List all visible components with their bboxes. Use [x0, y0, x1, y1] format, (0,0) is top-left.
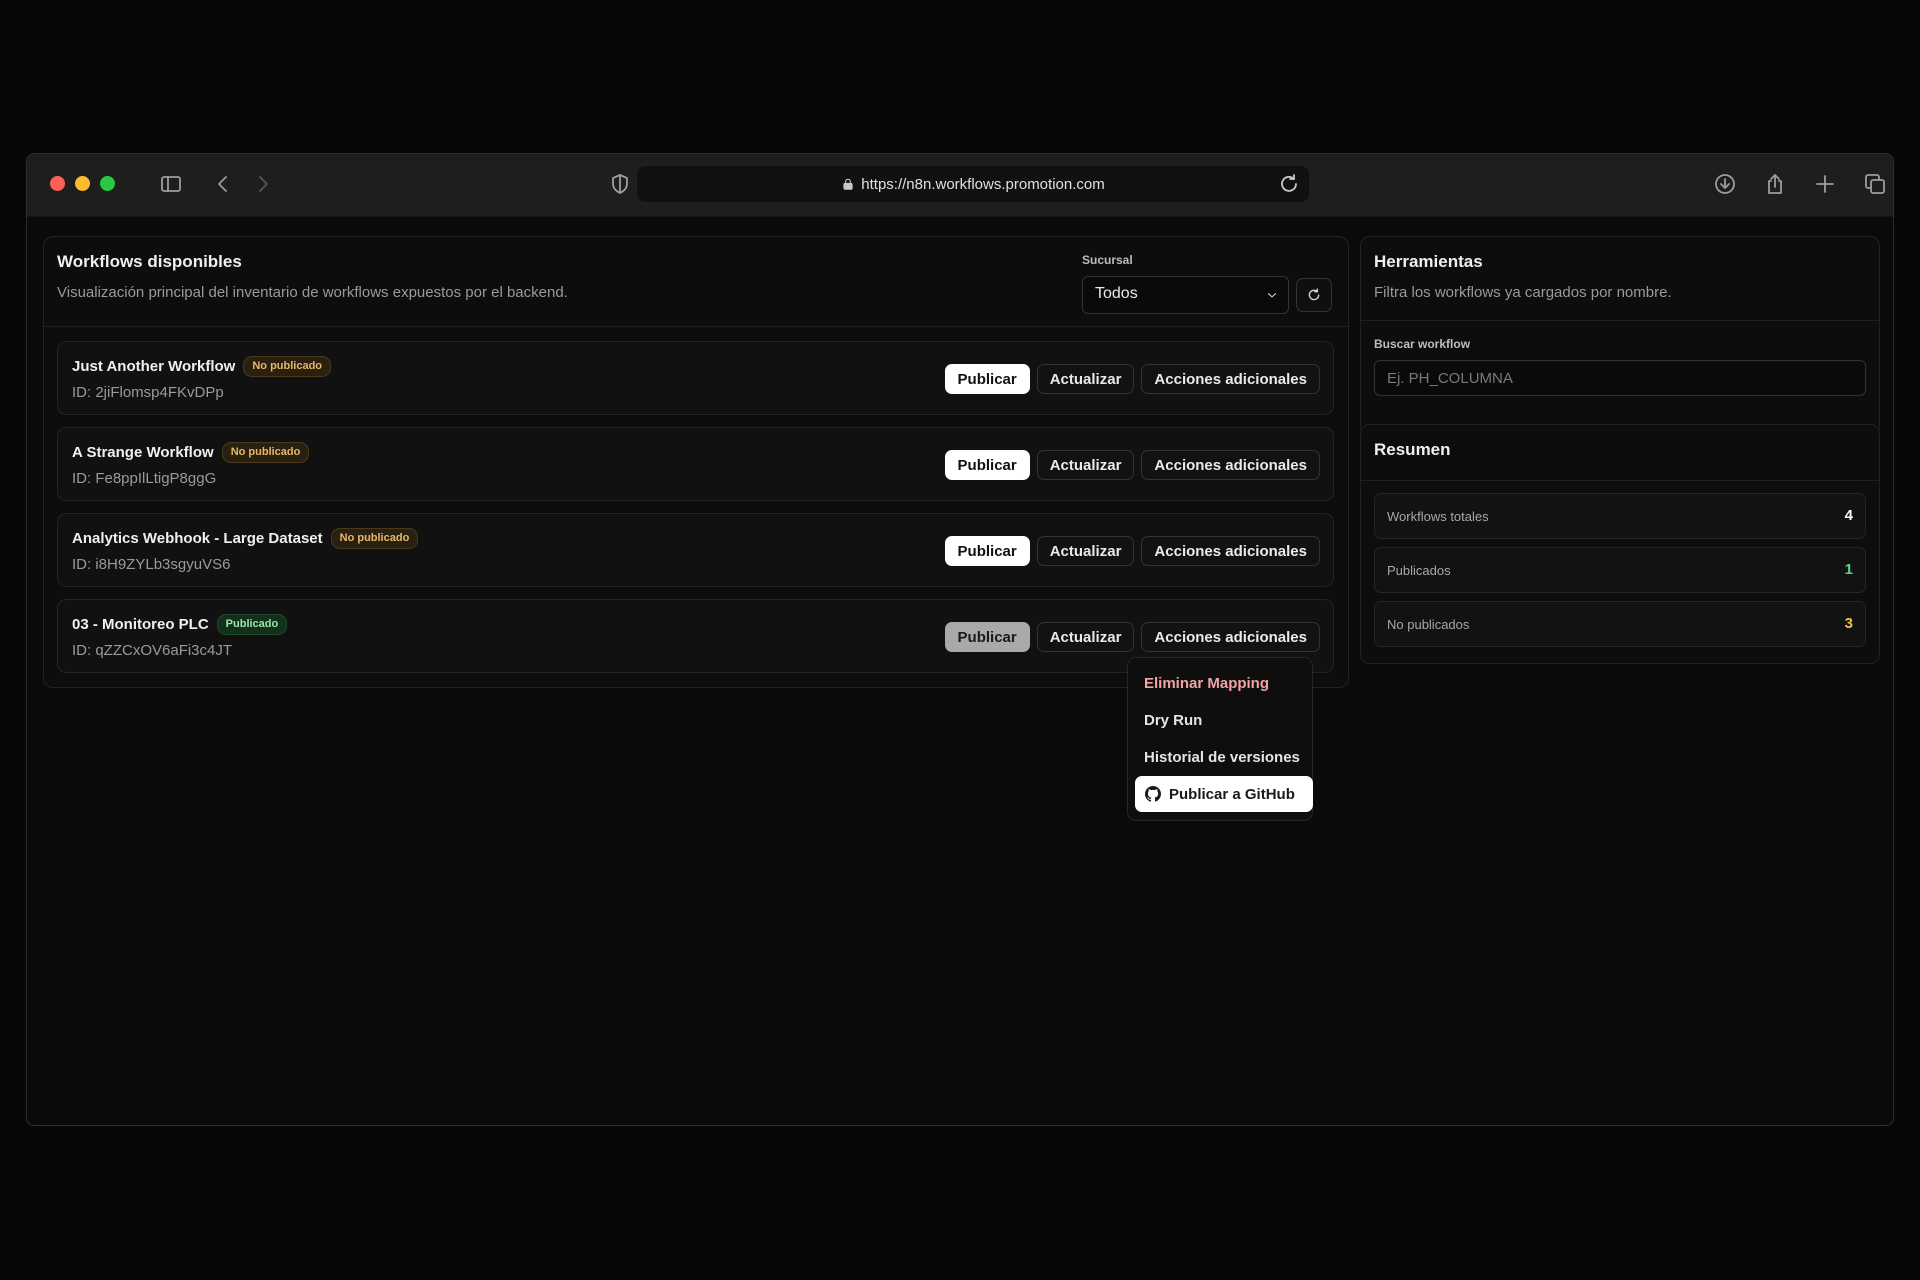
summary-row: Workflows totales 4	[1374, 493, 1866, 539]
tools-title: Herramientas	[1374, 252, 1483, 271]
summary-value: 1	[1844, 561, 1853, 578]
status-badge: No publicado	[330, 528, 419, 549]
reload-icon[interactable]	[1277, 172, 1301, 196]
publish-github-button[interactable]: Publicar a GitHub	[1135, 776, 1313, 812]
summary-value: 4	[1844, 507, 1853, 524]
github-icon	[1145, 786, 1161, 802]
workflow-name: 03 - Monitoreo PLC	[72, 616, 209, 633]
status-badge: No publicado	[243, 356, 332, 377]
workflow-name: Analytics Webhook - Large Dataset	[72, 530, 323, 547]
status-badge: Publicado	[216, 614, 288, 635]
summary-panel: Resumen Workflows totales 4 Publicados 1…	[1360, 424, 1880, 664]
workflows-panel: Workflows disponibles Visualización prin…	[43, 236, 1349, 688]
summary-value: 3	[1844, 615, 1853, 632]
sidebar-toggle-icon[interactable]	[157, 170, 185, 198]
tools-panel: Herramientas Filtra los workflows ya car…	[1360, 236, 1880, 436]
more-actions-menu: Eliminar Mapping Dry Run Historial de ve…	[1127, 657, 1313, 821]
forward-icon[interactable]	[249, 170, 277, 198]
workflow-name: A Strange Workflow	[72, 444, 214, 461]
workflow-id: ID: qZZCxOV6aFi3c4JT	[72, 642, 233, 659]
menu-item-version-history[interactable]: Historial de versiones	[1144, 749, 1300, 766]
publish-button[interactable]: Publicar	[944, 536, 1030, 566]
lock-icon	[843, 178, 853, 190]
back-icon[interactable]	[209, 170, 237, 198]
publish-button[interactable]: Publicar	[944, 364, 1030, 394]
more-actions-button[interactable]: Acciones adicionales	[1141, 364, 1320, 394]
branch-label: Sucursal	[1082, 253, 1133, 267]
new-tab-icon[interactable]	[1811, 170, 1839, 198]
page-subtitle: Visualización principal del inventario d…	[57, 284, 568, 301]
publish-github-label: Publicar a GitHub	[1169, 785, 1295, 803]
summary-label: Publicados	[1387, 563, 1451, 578]
menu-item-delete-mapping[interactable]: Eliminar Mapping	[1144, 675, 1269, 692]
close-window-button[interactable]	[50, 176, 65, 191]
publish-button[interactable]: Publicar	[944, 622, 1030, 652]
divider	[1361, 480, 1879, 481]
branch-select[interactable]: Todos	[1082, 276, 1289, 314]
status-badge: No publicado	[221, 442, 310, 463]
update-button[interactable]: Actualizar	[1036, 536, 1135, 566]
workflow-id: ID: 2jiFlomsp4FKvDPp	[72, 384, 224, 401]
refresh-button[interactable]	[1296, 278, 1332, 312]
workflows-header: Workflows disponibles Visualización prin…	[44, 237, 1348, 327]
tools-subtitle: Filtra los workflows ya cargados por nom…	[1374, 284, 1672, 301]
more-actions-button[interactable]: Acciones adicionales	[1141, 450, 1320, 480]
shield-icon[interactable]	[606, 170, 634, 198]
summary-label: Workflows totales	[1387, 509, 1489, 524]
minimize-window-button[interactable]	[75, 176, 90, 191]
tabs-overview-icon[interactable]	[1861, 170, 1889, 198]
update-button[interactable]: Actualizar	[1036, 364, 1135, 394]
workflow-card: A Strange Workflow No publicado ID: Fe8p…	[57, 427, 1334, 501]
download-icon[interactable]	[1711, 170, 1739, 198]
summary-row: Publicados 1	[1374, 547, 1866, 593]
refresh-icon	[1308, 288, 1320, 301]
summary-label: No publicados	[1387, 617, 1470, 632]
summary-row: No publicados 3	[1374, 601, 1866, 647]
branch-select-value: Todos	[1095, 285, 1138, 302]
update-button[interactable]: Actualizar	[1036, 450, 1135, 480]
workflow-card: Just Another Workflow No publicado ID: 2…	[57, 341, 1334, 415]
page-title: Workflows disponibles	[57, 252, 242, 271]
browser-titlebar: https://n8n.workflows.promotion.com	[27, 154, 1893, 217]
summary-title: Resumen	[1374, 440, 1451, 459]
workflow-name: Just Another Workflow	[72, 358, 236, 375]
workflow-id: ID: Fe8ppIlLtigP8ggG	[72, 470, 217, 487]
search-label: Buscar workflow	[1374, 337, 1471, 351]
search-input[interactable]	[1374, 360, 1866, 396]
workflow-card: Analytics Webhook - Large Dataset No pub…	[57, 513, 1334, 587]
url-text: https://n8n.workflows.promotion.com	[861, 175, 1105, 193]
chevron-down-icon	[1268, 293, 1276, 298]
divider	[1361, 320, 1879, 321]
maximize-window-button[interactable]	[100, 176, 115, 191]
more-actions-button[interactable]: Acciones adicionales	[1141, 622, 1320, 652]
update-button[interactable]: Actualizar	[1036, 622, 1135, 652]
workflow-id: ID: i8H9ZYLb3sgyuVS6	[72, 556, 231, 573]
share-icon[interactable]	[1761, 170, 1789, 198]
publish-button[interactable]: Publicar	[944, 450, 1030, 480]
address-bar[interactable]: https://n8n.workflows.promotion.com	[637, 166, 1309, 202]
menu-item-dry-run[interactable]: Dry Run	[1144, 712, 1202, 729]
more-actions-button[interactable]: Acciones adicionales	[1141, 536, 1320, 566]
browser-window: https://n8n.workflows.promotion.com Work…	[26, 153, 1894, 1126]
